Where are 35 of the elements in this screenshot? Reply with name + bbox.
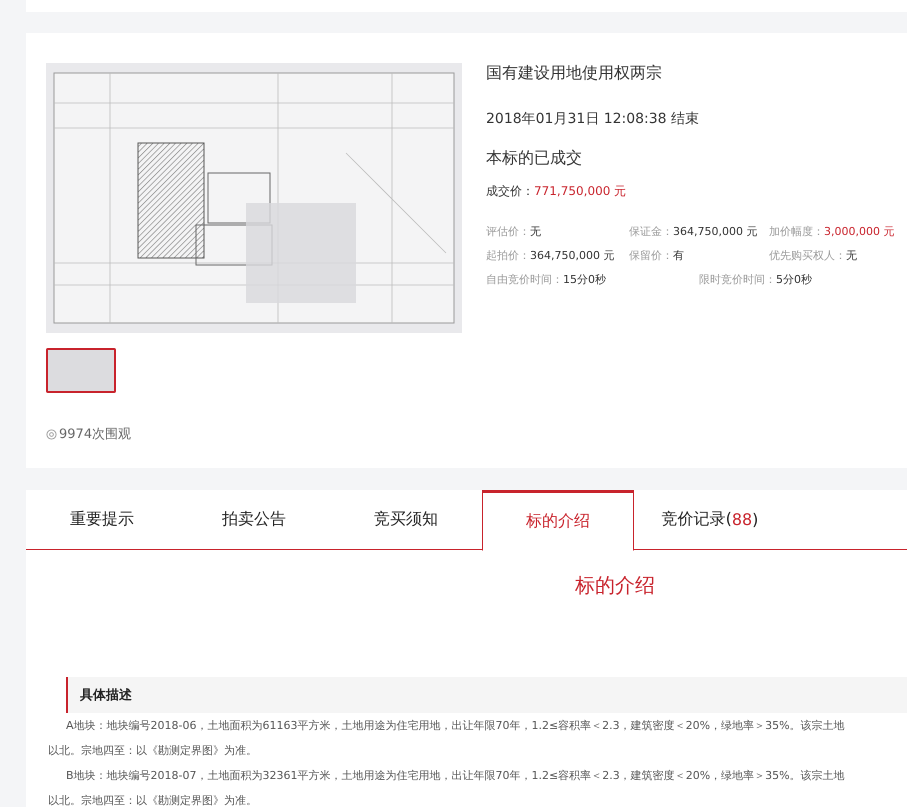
detail-value: 无 [846, 249, 857, 262]
subsection-header: 具体描述 [66, 677, 907, 713]
detail-label: 自由竞价时间： [486, 273, 563, 286]
description-text: 以北。宗地四至：以《勘测定界图》为准。 [48, 793, 258, 807]
detail-label: 评估价： [486, 225, 530, 238]
tab[interactable]: 拍卖公告 [178, 490, 330, 549]
deal-price: 771,750,000 元 [534, 184, 626, 198]
view-count: 9974次围观 [59, 426, 132, 443]
end-time: 2018年01月31日 12:08:38 结束 [486, 110, 700, 128]
detail-value: 有 [673, 249, 684, 262]
detail-value: 15分0秒 [563, 273, 606, 286]
tab[interactable]: 重要提示 [26, 490, 178, 549]
thumbnail[interactable] [46, 348, 116, 393]
detail-label: 保留价： [629, 249, 673, 262]
detail-value: 5分0秒 [776, 273, 812, 286]
detail-value: 364,750,000 元 [673, 225, 758, 238]
detail-value: 364,750,000 元 [530, 249, 614, 262]
detail-value: 3,000,000 元 [824, 225, 894, 238]
tab[interactable]: 标的介绍 [482, 490, 634, 551]
description-text: B地块：地块编号2018-07，土地面积为32361平方米，土地用途为住宅用地，出让年限70年，1.2≤容积率＜2.3，建筑密度＜20%，绿地率＞35%。该宗土地 [65, 768, 846, 784]
deal-status: 本标的已成交 [486, 148, 583, 169]
detail-label: 加价幅度： [769, 225, 824, 238]
tab[interactable]: 竞买须知 [330, 490, 482, 549]
detail-label: 保证金： [629, 225, 673, 238]
detail-label: 起拍价： [486, 249, 530, 262]
eye-icon [46, 428, 57, 440]
tab[interactable]: 竞价记录(88) [634, 490, 786, 549]
detail-label: 限时竞价时间： [699, 273, 776, 286]
lot-title: 国有建设用地使用权两宗 [486, 63, 663, 84]
description-text: A地块：地块编号2018-06，土地面积为61163平方米，土地用途为住宅用地，出让年限70年，1.2≤容积率＜2.3，建筑密度＜20%，绿地率＞35%。该宗土地 [65, 718, 846, 734]
deal-price-label: 成交价： [486, 184, 534, 198]
detail-value: 无 [530, 225, 541, 238]
detail-label: 优先购买权人： [769, 249, 846, 262]
description-text: 以北。宗地四至：以《勘测定界图》为准。 [48, 743, 258, 759]
section-heading: 标的介绍 [575, 572, 655, 599]
